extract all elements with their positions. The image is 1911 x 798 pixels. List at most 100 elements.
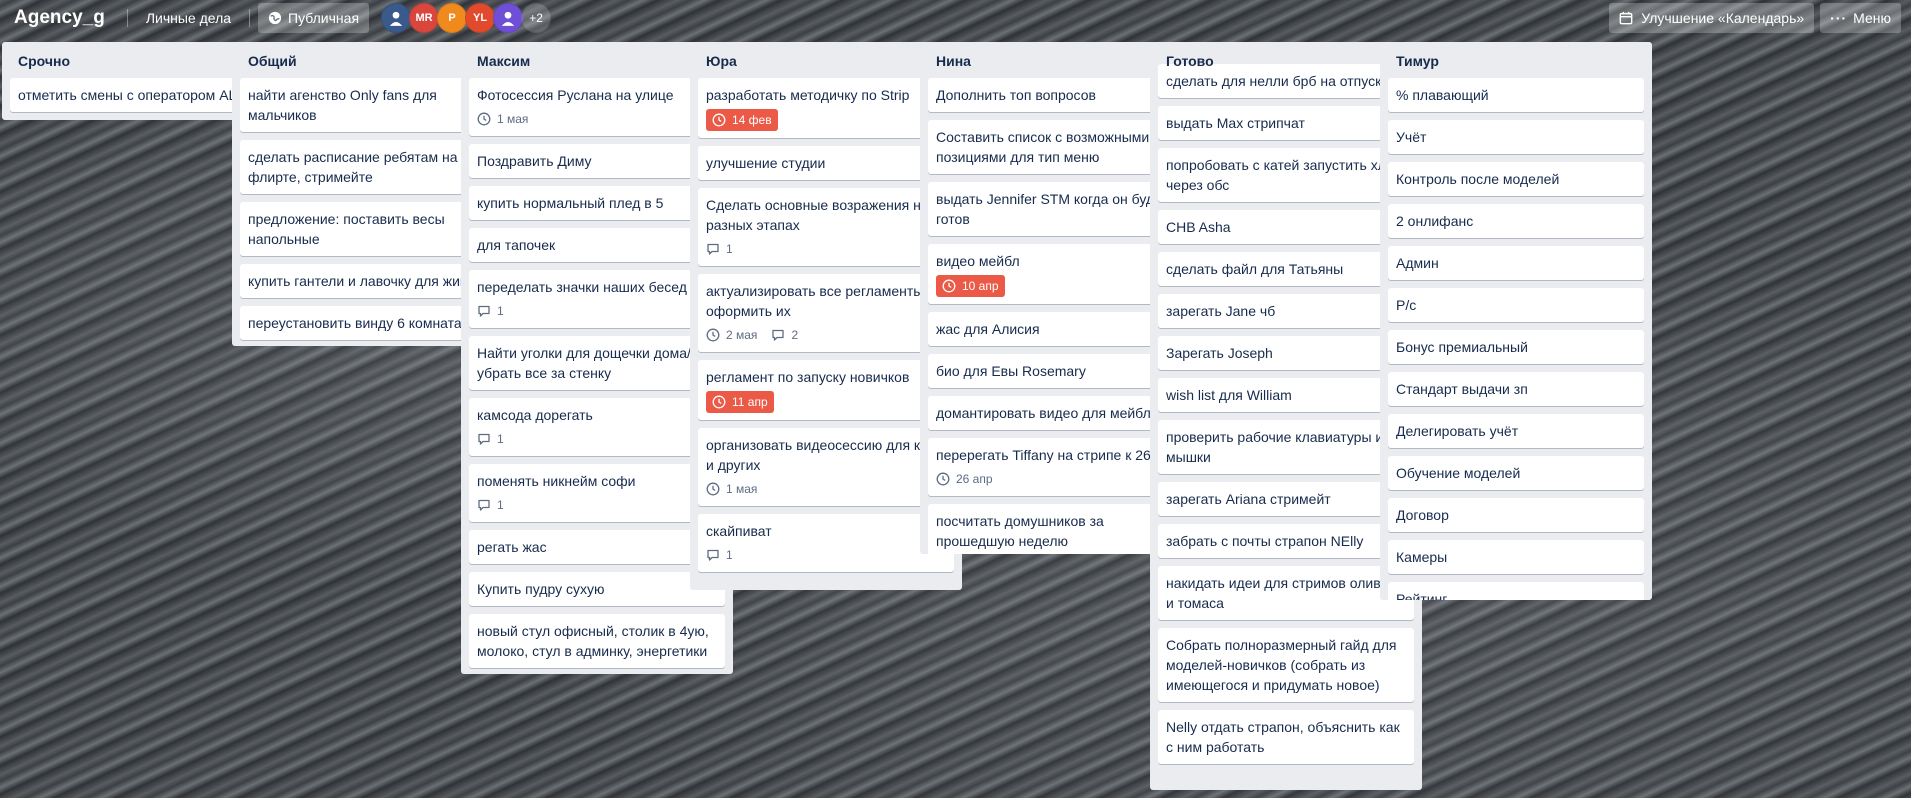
card[interactable]: Камеры xyxy=(1388,540,1644,574)
card-title: купить гантели и лавочку для жима xyxy=(248,273,478,289)
card[interactable]: сделать расписание ребятам на флирте, ст… xyxy=(240,140,496,194)
due-date-badge[interactable]: 26 апр xyxy=(936,469,993,489)
card-list: отметить смены с оператором ALicia xyxy=(10,78,266,120)
card[interactable]: посчитать домушников за прошедшую неделю xyxy=(928,504,1184,554)
card[interactable]: Контроль после моделей xyxy=(1388,162,1644,196)
due-date-text: 26 апр xyxy=(956,472,993,486)
card[interactable]: переделать значки наших бесед 1 xyxy=(469,270,725,328)
card[interactable]: Составить список с возможными позициями … xyxy=(928,120,1184,174)
card[interactable]: Nelly отдать страпон, объяснить как с ни… xyxy=(1158,710,1414,764)
card[interactable]: Делегировать учёт xyxy=(1388,414,1644,448)
card-title: Р/с xyxy=(1396,297,1417,313)
due-date-badge[interactable]: 10 апр xyxy=(936,275,1005,297)
card[interactable]: проверить рабочие клавиатуры и мышки xyxy=(1158,420,1414,474)
board-title[interactable]: Agency_g xyxy=(8,7,111,29)
card[interactable]: сделать для нелли брб на отпуск xyxy=(1158,64,1414,98)
card[interactable]: Рейтинг xyxy=(1388,582,1644,600)
card[interactable]: Админ xyxy=(1388,246,1644,280)
card[interactable]: купить гантели и лавочку для жима xyxy=(240,264,496,298)
card[interactable]: Зарегать Joseph xyxy=(1158,336,1414,370)
card[interactable]: CHB Asha xyxy=(1158,210,1414,244)
card[interactable]: регать жас xyxy=(469,530,725,564)
card[interactable]: скайпиват 1 xyxy=(698,514,954,572)
card[interactable]: Р/с xyxy=(1388,288,1644,322)
members-more[interactable]: +2 xyxy=(521,3,552,33)
card[interactable]: регламент по запуску новичков 11 апр xyxy=(698,360,954,420)
card[interactable]: отметить смены с оператором ALicia xyxy=(10,78,266,112)
card[interactable]: актуализировать все регламенты, оформить… xyxy=(698,274,954,352)
member-avatar[interactable]: YL xyxy=(465,3,496,33)
card[interactable]: найти агенство Only fans для мальчиков xyxy=(240,78,496,132)
card[interactable]: % плавающий xyxy=(1388,78,1644,112)
due-date-badge[interactable]: 2 мая xyxy=(706,325,757,345)
list-title[interactable]: Срочно xyxy=(10,42,266,78)
card[interactable]: Сделать основные возражения на разных эт… xyxy=(698,188,954,266)
card[interactable]: камсода дорегать 1 xyxy=(469,398,725,456)
card[interactable]: Стандарт выдачи зп xyxy=(1388,372,1644,406)
card-title: сделать для нелли брб на отпуск xyxy=(1166,73,1382,89)
card[interactable]: зарегать Ariana стримейт xyxy=(1158,482,1414,516)
list-title[interactable]: Нина xyxy=(928,42,1184,78)
due-date-badge[interactable]: 14 фев xyxy=(706,109,778,131)
card[interactable]: Обучение моделей xyxy=(1388,456,1644,490)
card[interactable]: купить нормальный плед в 5 xyxy=(469,186,725,220)
card[interactable]: Бонус премиальный xyxy=(1388,330,1644,364)
comments-badge: 1 xyxy=(477,429,504,449)
card[interactable]: Найти уголки для дощечки дома/убрать все… xyxy=(469,336,725,390)
member-avatar[interactable]: P xyxy=(437,3,468,33)
comments-count: 2 xyxy=(791,328,799,342)
card[interactable]: забрать с почты страпон NElly xyxy=(1158,524,1414,558)
card[interactable]: био для Евы Rosemary xyxy=(928,354,1184,388)
card[interactable]: поменять никнейм софи 1 xyxy=(469,464,725,522)
card[interactable]: Дополнить топ вопросов xyxy=(928,78,1184,112)
card[interactable]: жас для Алисия xyxy=(928,312,1184,346)
card[interactable]: разработать методичку по Strip 14 фев xyxy=(698,78,954,138)
card[interactable]: Учёт xyxy=(1388,120,1644,154)
member-avatar[interactable] xyxy=(381,3,412,33)
due-date-badge[interactable]: 1 мая xyxy=(477,109,528,129)
menu-button[interactable]: ··· Меню xyxy=(1820,3,1901,33)
card-badges: 2 мая 2 xyxy=(706,325,946,345)
card[interactable]: предложение: поставить весы напольные xyxy=(240,202,496,256)
card[interactable]: попробовать с катей запустить хлов через… xyxy=(1158,148,1414,202)
user-icon xyxy=(389,11,403,26)
member-avatar[interactable]: MR xyxy=(409,3,440,33)
due-date-badge[interactable]: 1 мая xyxy=(706,479,757,499)
comment-icon xyxy=(478,499,490,511)
calendar-powerup-button[interactable]: Улучшение «Календарь» xyxy=(1609,3,1815,33)
card[interactable]: видео мейбл 10 апр xyxy=(928,244,1184,304)
card-title: выдать Max стрипчат xyxy=(1166,115,1305,131)
comment-icon xyxy=(707,243,719,255)
card-title: купить нормальный плед в 5 xyxy=(477,195,664,211)
team-button[interactable]: Личные дела xyxy=(136,3,241,33)
card[interactable]: Фотосессия Руслана на улице 1 мая xyxy=(469,78,725,136)
user-icon xyxy=(501,11,515,26)
card[interactable]: новый стул офисный, столик в 4ую, молоко… xyxy=(469,614,725,668)
card[interactable]: wish list для William xyxy=(1158,378,1414,412)
card[interactable]: выдать Max стрипчат xyxy=(1158,106,1414,140)
card[interactable]: для тапочек xyxy=(469,228,725,262)
card[interactable]: Собрать полноразмерный гайд для моделей-… xyxy=(1158,628,1414,702)
visibility-button[interactable]: Публичная xyxy=(258,3,370,33)
card[interactable]: Поздравить Диму xyxy=(469,144,725,178)
list-title[interactable]: Максим xyxy=(469,42,725,78)
clock-icon xyxy=(706,328,720,342)
card[interactable]: выдать Jennifer STM когда он будет готов xyxy=(928,182,1184,236)
card[interactable]: перерегать Tiffany на стрипе к 26.04 26 а… xyxy=(928,438,1184,496)
card[interactable]: 2 онлифанс xyxy=(1388,204,1644,238)
card[interactable]: домантировать видео для мейбл xyxy=(928,396,1184,430)
card-title: Найти уголки для дощечки дома/убрать все… xyxy=(477,345,691,381)
card[interactable]: переустановить винду 6 комната xyxy=(240,306,496,340)
card[interactable]: Договор xyxy=(1388,498,1644,532)
list-title[interactable]: Юра xyxy=(698,42,954,78)
due-date-badge[interactable]: 11 апр xyxy=(706,391,774,413)
card[interactable]: зарегать Jane чб xyxy=(1158,294,1414,328)
member-avatar[interactable] xyxy=(493,3,524,33)
list-title[interactable]: Общий xyxy=(240,42,496,78)
card[interactable]: сделать файл для Татьяны xyxy=(1158,252,1414,286)
card[interactable]: улучшение студии xyxy=(698,146,954,180)
card[interactable]: организовать видеосессию для кати и друг… xyxy=(698,428,954,506)
card[interactable]: накидать идеи для стримов оливера и тома… xyxy=(1158,566,1414,620)
list-title[interactable]: Тимур xyxy=(1388,42,1644,78)
card[interactable]: Купить пудру сухую xyxy=(469,572,725,606)
